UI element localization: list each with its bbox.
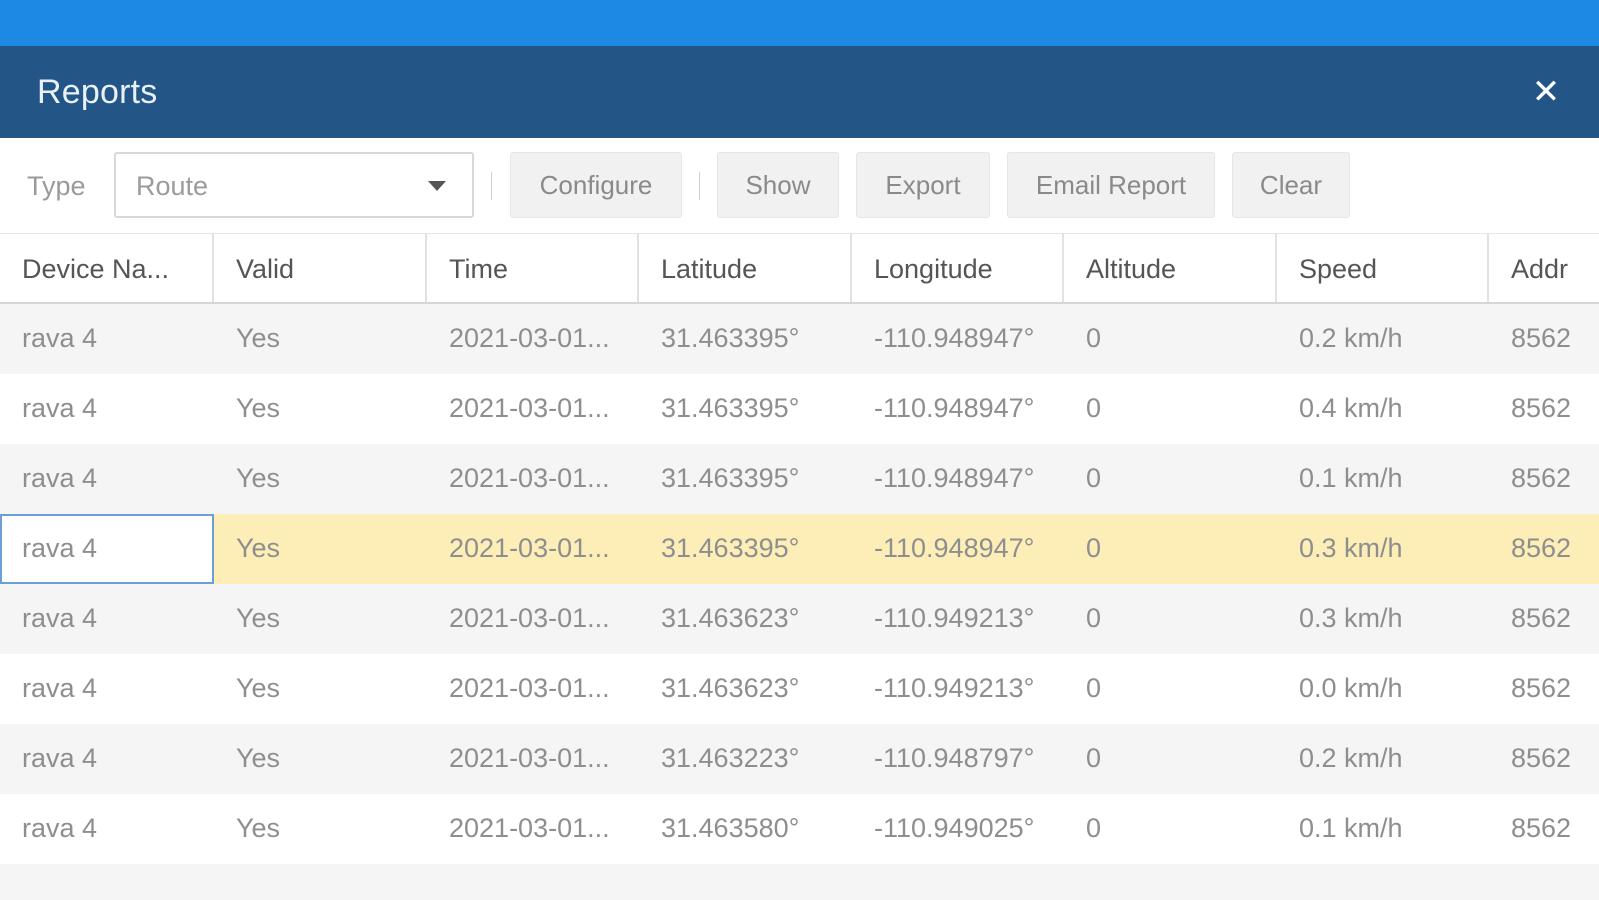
cell-time: 2021-03-01... — [449, 533, 610, 563]
cell-latitude: 31.463623° — [661, 603, 800, 633]
table-row-partial[interactable] — [0, 864, 1599, 900]
cell-valid: Yes — [236, 323, 281, 353]
cell-longitude: -110.948947° — [874, 393, 1035, 423]
cell-address: 8562 — [1511, 743, 1572, 773]
cell-address: 8562 — [1511, 323, 1572, 353]
cell-latitude: 31.463395° — [661, 323, 800, 353]
cell-longitude: -110.948947° — [874, 323, 1035, 353]
type-label: Type — [27, 171, 86, 201]
cell-valid: Yes — [236, 603, 281, 633]
cell-valid: Yes — [236, 533, 281, 563]
cell-speed: 0.2 km/h — [1299, 743, 1403, 773]
cell-address: 8562 — [1511, 393, 1572, 423]
report-toolbar: Type Route Configure Show Export Email R… — [0, 138, 1599, 234]
cell-latitude: 31.463223° — [661, 743, 800, 773]
toolbar-separator — [491, 172, 492, 200]
cell-altitude: 0 — [1086, 603, 1102, 633]
table-row[interactable]: rava 4 Yes 2021-03-01... 31.463580° -110… — [0, 794, 1599, 864]
table-row-selected[interactable]: rava 4 Yes 2021-03-01... 31.463395° -110… — [0, 514, 1599, 584]
table-row[interactable]: rava 4 Yes 2021-03-01... 31.463623° -110… — [0, 584, 1599, 654]
cell-time: 2021-03-01... — [449, 603, 610, 633]
cell-altitude: 0 — [1086, 743, 1102, 773]
configure-button[interactable]: Configure — [510, 152, 682, 218]
cell-valid: Yes — [236, 393, 281, 423]
panel-title: Reports — [37, 72, 158, 111]
cell-device-name: rava 4 — [22, 673, 98, 703]
table-row[interactable]: rava 4 Yes 2021-03-01... 31.463395° -110… — [0, 304, 1599, 374]
cell-valid: Yes — [236, 813, 281, 843]
cell-device-name: rava 4 — [22, 463, 98, 493]
report-table: Device Na... Valid Time Latitude Longitu… — [0, 234, 1599, 900]
cell-latitude: 31.463623° — [661, 673, 800, 703]
cell-device-name: rava 4 — [22, 603, 98, 633]
cell-speed: 0.3 km/h — [1299, 603, 1403, 633]
cell-time: 2021-03-01... — [449, 393, 610, 423]
cell-address: 8562 — [1511, 673, 1572, 703]
cell-address: 8562 — [1511, 603, 1572, 633]
cell-valid: Yes — [236, 673, 281, 703]
show-button[interactable]: Show — [717, 152, 839, 218]
cell-longitude: -110.948947° — [874, 463, 1035, 493]
cell-latitude: 31.463580° — [661, 813, 800, 843]
cell-altitude: 0 — [1086, 463, 1102, 493]
cell-altitude: 0 — [1086, 323, 1102, 353]
column-header-time[interactable]: Time — [427, 234, 639, 302]
cell-address: 8562 — [1511, 533, 1572, 563]
chevron-down-icon — [428, 181, 446, 191]
cell-longitude: -110.948797° — [874, 743, 1035, 773]
cell-speed: 0.1 km/h — [1299, 463, 1403, 493]
cell-longitude: -110.949025° — [874, 813, 1035, 843]
cell-altitude: 0 — [1086, 393, 1102, 423]
cell-address: 8562 — [1511, 813, 1572, 843]
cell-speed: 0.2 km/h — [1299, 323, 1403, 353]
cell-longitude: -110.948947° — [874, 533, 1035, 563]
table-row[interactable]: rava 4 Yes 2021-03-01... 31.463623° -110… — [0, 654, 1599, 724]
cell-device-name: rava 4 — [22, 743, 98, 773]
column-header-longitude[interactable]: Longitude — [852, 234, 1064, 302]
column-header-address[interactable]: Addr — [1489, 234, 1599, 302]
cell-time: 2021-03-01... — [449, 323, 610, 353]
cell-time: 2021-03-01... — [449, 673, 610, 703]
report-type-select[interactable]: Route — [114, 152, 474, 218]
cell-speed: 0.3 km/h — [1299, 533, 1403, 563]
reports-panel-header: Reports ✕ — [0, 46, 1599, 138]
report-type-value: Route — [136, 171, 209, 201]
column-header-altitude[interactable]: Altitude — [1064, 234, 1277, 302]
cell-latitude: 31.463395° — [661, 393, 800, 423]
cell-device-name: rava 4 — [0, 514, 214, 584]
column-header-valid[interactable]: Valid — [214, 234, 427, 302]
cell-time: 2021-03-01... — [449, 743, 610, 773]
cell-latitude: 31.463395° — [661, 533, 800, 563]
cell-speed: 0.0 km/h — [1299, 673, 1403, 703]
cell-address: 8562 — [1511, 463, 1572, 493]
cell-valid: Yes — [236, 463, 281, 493]
cell-altitude: 0 — [1086, 673, 1102, 703]
cell-device-name: rava 4 — [22, 323, 98, 353]
clear-button[interactable]: Clear — [1232, 152, 1350, 218]
cell-time: 2021-03-01... — [449, 813, 610, 843]
table-row[interactable]: rava 4 Yes 2021-03-01... 31.463223° -110… — [0, 724, 1599, 794]
column-header-device-name[interactable]: Device Na... — [0, 234, 214, 302]
cell-altitude: 0 — [1086, 533, 1102, 563]
toolbar-separator — [699, 172, 700, 200]
cell-time: 2021-03-01... — [449, 463, 610, 493]
cell-device-name: rava 4 — [22, 393, 98, 423]
cell-device-name: rava 4 — [22, 813, 98, 843]
column-header-speed[interactable]: Speed — [1277, 234, 1489, 302]
cell-valid: Yes — [236, 743, 281, 773]
close-icon[interactable]: ✕ — [1529, 75, 1563, 109]
export-button[interactable]: Export — [856, 152, 990, 218]
top-app-bar — [0, 0, 1599, 46]
table-row[interactable]: rava 4 Yes 2021-03-01... 31.463395° -110… — [0, 444, 1599, 514]
cell-longitude: -110.949213° — [874, 603, 1035, 633]
cell-speed: 0.4 km/h — [1299, 393, 1403, 423]
column-header-latitude[interactable]: Latitude — [639, 234, 852, 302]
cell-latitude: 31.463395° — [661, 463, 800, 493]
table-row[interactable]: rava 4 Yes 2021-03-01... 31.463395° -110… — [0, 374, 1599, 444]
cell-longitude: -110.949213° — [874, 673, 1035, 703]
table-header-row: Device Na... Valid Time Latitude Longitu… — [0, 234, 1599, 304]
cell-speed: 0.1 km/h — [1299, 813, 1403, 843]
email-report-button[interactable]: Email Report — [1007, 152, 1215, 218]
cell-altitude: 0 — [1086, 813, 1102, 843]
